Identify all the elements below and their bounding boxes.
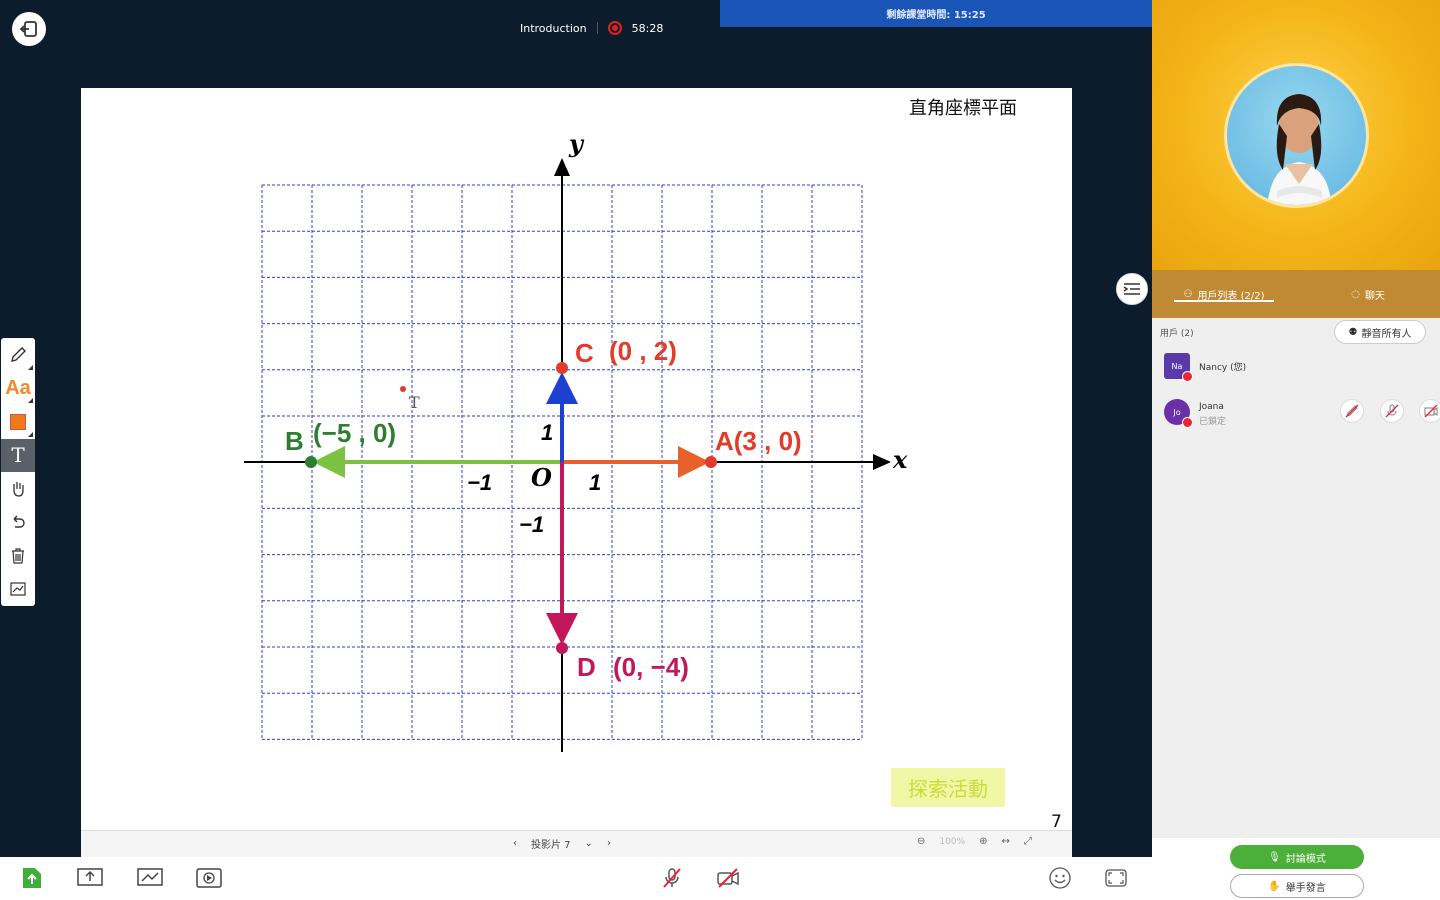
point-b-label: (−5 , 0) (313, 418, 396, 448)
section-title: Introduction (520, 21, 587, 35)
emoji-icon[interactable] (1046, 865, 1074, 891)
tick-y-pos: 1 (541, 420, 553, 445)
mute-all-label: 靜音所有人 (1361, 328, 1412, 340)
status-badge (1182, 417, 1193, 428)
user-name: Joana (1199, 402, 1224, 412)
chevron-down-icon[interactable]: ⌄ (585, 838, 593, 849)
drawing-toolbar: Aa T (1, 338, 35, 606)
point-c-letter: C (575, 338, 594, 368)
screen-layout-icon[interactable] (1102, 865, 1130, 891)
next-slide-icon[interactable]: › (607, 838, 611, 849)
tab-users-label: 用戶列表 (2/2) (1197, 290, 1265, 302)
user-icon: ⚇ (1183, 288, 1193, 300)
slide-canvas[interactable]: x y O 1 −1 1 −1 A(3 , 0) B (−5 , 0) C (0… (81, 88, 1072, 832)
point-a-dot (705, 456, 717, 468)
text-tool-icon[interactable]: T (1, 438, 35, 472)
status-badge (1182, 371, 1193, 382)
zoom-in-icon[interactable]: ⊕ (979, 836, 987, 847)
user-row[interactable]: Jo Joana 已鎖定 (1164, 397, 1440, 428)
panel-tabs: ⚇ 用戶列表 (2/2) ◌ 聊天 (1152, 270, 1440, 318)
user-status: 已鎖定 (1199, 417, 1227, 427)
point-c-dot (556, 362, 568, 374)
point-b-letter: B (285, 426, 304, 456)
draw-permission-icon[interactable] (1340, 399, 1364, 423)
collapse-panel-button[interactable] (1116, 273, 1148, 305)
user-camera-off-icon[interactable] (1419, 399, 1440, 423)
discussion-mode-button[interactable]: 🎙 討論模式 (1230, 845, 1364, 869)
trash-icon[interactable] (1, 539, 35, 573)
tick-y-neg: −1 (519, 512, 544, 537)
point-d-letter: D (577, 652, 596, 682)
slide-footer: ‹ 投影片 7 ⌄ › ⊖ 100% ⊕ ↔ ⤢ (81, 830, 1072, 857)
right-panel: ⚇ 用戶列表 (2/2) ◌ 聊天 用戶 (2) ⚉ 靜音所有人 Na Nanc… (1152, 0, 1440, 900)
raise-hand-button[interactable]: ✋ 舉手發言 (1230, 874, 1364, 898)
undo-icon[interactable] (1, 506, 35, 540)
elapsed-time: 58:28 (631, 21, 664, 35)
chat-bubble-icon: ◌ (1351, 288, 1360, 300)
user-mic-muted-icon[interactable] (1380, 399, 1404, 423)
point-c-label: (0 , 2) (609, 336, 677, 366)
chart-icon[interactable] (1, 573, 35, 607)
upload-file-icon[interactable] (18, 865, 46, 891)
exit-icon (19, 21, 37, 37)
point-a-label: A(3 , 0) (715, 426, 802, 456)
remaining-time-banner: 剩餘課堂時間: 15:25 (720, 0, 1152, 27)
raise-hand-label: 舉手發言 (1285, 882, 1326, 894)
users-count: 用戶 (2) (1160, 329, 1194, 339)
hand-raise-icon: ✋ (1268, 880, 1281, 892)
discussion-mode-label: 討論模式 (1285, 853, 1326, 865)
fullscreen-icon[interactable]: ⤢ (1024, 836, 1032, 847)
coordinate-plane: x y O 1 −1 1 −1 A(3 , 0) B (−5 , 0) C (0… (244, 129, 908, 752)
y-axis-label: y (568, 129, 585, 158)
bottom-bar (0, 857, 1152, 900)
exit-button[interactable] (12, 12, 46, 46)
user-row[interactable]: Na Nancy (您) (1164, 351, 1434, 382)
slide-selector[interactable]: 投影片 7 (531, 836, 571, 851)
prev-slide-icon[interactable]: ‹ (513, 838, 517, 849)
share-screen-icon[interactable] (76, 865, 104, 891)
zoom-out-icon[interactable]: ⊖ (917, 836, 925, 847)
text-style-icon[interactable]: Aa (1, 372, 35, 406)
color-swatch[interactable] (1, 405, 35, 439)
zoom-level: 100% (939, 836, 966, 847)
tick-x-neg: −1 (467, 470, 492, 495)
session-info: Introduction 58:28 (520, 18, 663, 38)
user-name: Nancy (您) (1199, 363, 1247, 373)
mic-icon: 🎙 (1268, 851, 1281, 863)
tab-users[interactable]: ⚇ 用戶列表 (2/2) (1152, 270, 1296, 318)
tab-chat-label: 聊天 (1364, 290, 1385, 302)
text-cursor-icon: T (409, 393, 420, 412)
explore-activity-label[interactable]: 探索活動 (891, 768, 1005, 807)
point-d-dot (556, 642, 568, 654)
fit-width-icon[interactable]: ↔ (1002, 836, 1010, 847)
mute-icon: ⚉ (1348, 326, 1358, 338)
camera-off-icon[interactable] (714, 865, 742, 891)
origin-label: O (531, 463, 552, 492)
point-b-dot (305, 456, 317, 468)
slide-title: 直角座標平面 (909, 98, 1017, 119)
whiteboard-icon[interactable] (136, 865, 164, 891)
hand-icon[interactable] (1, 472, 35, 506)
x-axis-label: x (892, 445, 908, 474)
point-d-label: (0, −4) (613, 652, 689, 682)
tick-x-pos: 1 (589, 470, 601, 495)
pencil-icon[interactable] (1, 338, 35, 372)
laser-pointer (400, 386, 406, 392)
mic-muted-icon[interactable] (658, 865, 686, 891)
teacher-video[interactable] (1152, 0, 1440, 270)
mute-all-button[interactable]: ⚉ 靜音所有人 (1334, 320, 1426, 344)
tab-chat[interactable]: ◌ 聊天 (1296, 270, 1440, 318)
teacher-avatar (1224, 63, 1369, 208)
panel-actions: 🎙 討論模式 ✋ 舉手發言 (1152, 838, 1440, 900)
play-media-icon[interactable] (195, 865, 223, 891)
slide-number: 7 (1051, 812, 1062, 832)
record-icon[interactable] (607, 21, 622, 35)
list-collapse-icon (1123, 283, 1140, 295)
